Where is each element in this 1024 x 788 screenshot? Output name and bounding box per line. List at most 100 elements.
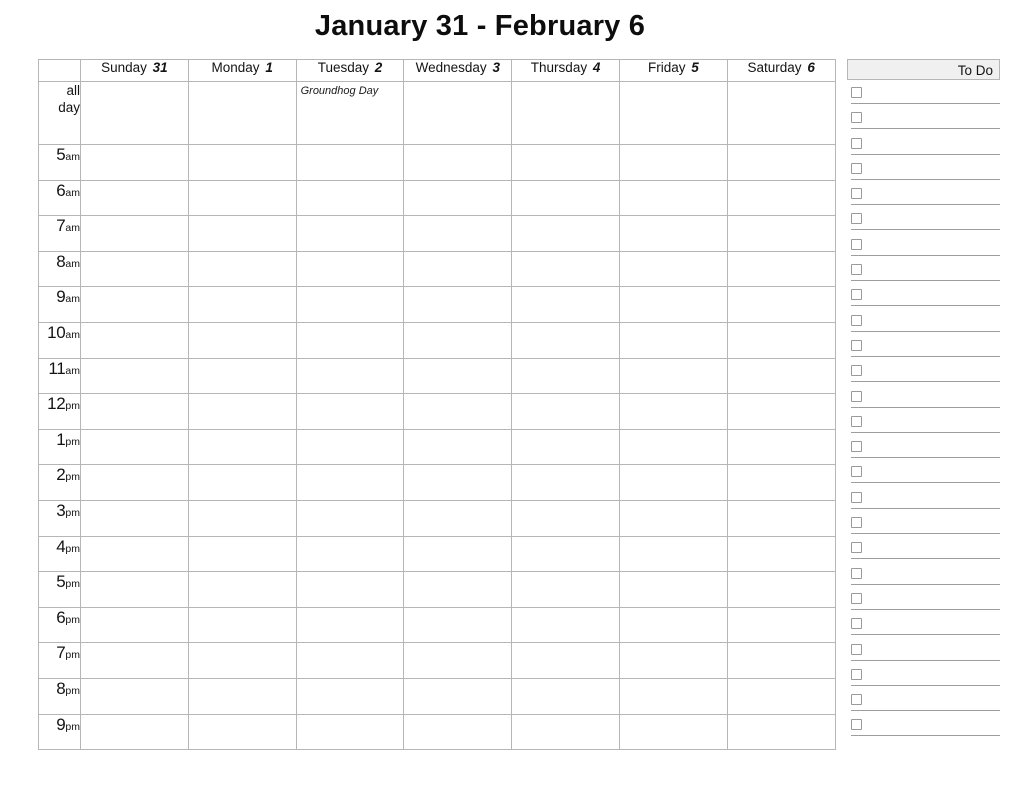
calendar-slot-cell[interactable] — [187, 250, 297, 288]
calendar-slot-cell[interactable] — [403, 713, 513, 751]
calendar-slot-cell[interactable] — [511, 535, 620, 573]
checkbox-icon[interactable] — [851, 188, 862, 200]
checkbox-icon[interactable] — [851, 517, 862, 529]
calendar-slot-cell[interactable] — [726, 250, 836, 288]
calendar-slot-cell[interactable] — [187, 144, 297, 181]
all-day-cell[interactable] — [511, 81, 620, 145]
calendar-slot-cell[interactable] — [618, 250, 728, 288]
calendar-slot-cell[interactable] — [80, 535, 189, 573]
calendar-slot-cell[interactable] — [403, 215, 513, 252]
calendar-slot-cell[interactable] — [80, 464, 189, 501]
calendar-slot-cell[interactable] — [80, 144, 189, 181]
calendar-slot-cell[interactable] — [403, 571, 513, 608]
todo-item[interactable] — [847, 339, 1000, 365]
todo-write-line[interactable] — [851, 381, 1000, 383]
calendar-slot-cell[interactable] — [80, 215, 189, 252]
all-day-cell[interactable] — [726, 81, 836, 145]
calendar-slot-cell[interactable] — [403, 286, 513, 323]
calendar-slot-cell[interactable] — [187, 713, 297, 751]
calendar-slot-cell[interactable] — [187, 393, 297, 430]
calendar-slot-cell[interactable] — [403, 535, 513, 573]
calendar-slot-cell[interactable] — [726, 393, 836, 430]
calendar-slot-cell[interactable] — [80, 286, 189, 323]
todo-write-line[interactable] — [851, 254, 1000, 256]
checkbox-icon[interactable] — [851, 542, 862, 554]
todo-item[interactable] — [847, 441, 1000, 466]
calendar-slot-cell[interactable] — [618, 286, 728, 323]
calendar-slot-cell[interactable] — [80, 571, 189, 608]
calendar-slot-cell[interactable] — [187, 571, 297, 608]
todo-write-line[interactable] — [851, 608, 1000, 610]
calendar-slot-cell[interactable] — [187, 464, 297, 501]
todo-write-line[interactable] — [851, 229, 1000, 231]
todo-item[interactable] — [847, 365, 1000, 390]
calendar-slot-cell[interactable] — [403, 357, 513, 395]
todo-item[interactable] — [847, 668, 1000, 694]
calendar-slot-cell[interactable] — [511, 606, 620, 644]
calendar-slot-cell[interactable] — [295, 144, 405, 181]
calendar-slot-cell[interactable] — [511, 677, 620, 715]
checkbox-icon[interactable] — [851, 238, 862, 250]
todo-item[interactable] — [847, 87, 1000, 112]
all-day-cell[interactable] — [618, 81, 728, 145]
todo-item[interactable] — [847, 188, 1000, 213]
todo-write-line[interactable] — [851, 659, 1000, 661]
todo-write-line[interactable] — [851, 634, 1000, 636]
calendar-slot-cell[interactable] — [295, 428, 405, 466]
calendar-slot-cell[interactable] — [618, 677, 728, 715]
calendar-slot-cell[interactable] — [618, 428, 728, 466]
calendar-slot-cell[interactable] — [80, 677, 189, 715]
todo-item[interactable] — [847, 415, 1000, 441]
all-day-cell[interactable] — [80, 81, 189, 145]
calendar-slot-cell[interactable] — [403, 321, 513, 359]
calendar-slot-cell[interactable] — [618, 393, 728, 430]
calendar-slot-cell[interactable] — [403, 677, 513, 715]
calendar-slot-cell[interactable] — [726, 713, 836, 751]
calendar-slot-cell[interactable] — [511, 286, 620, 323]
todo-write-line[interactable] — [851, 355, 1000, 357]
todo-item[interactable] — [847, 213, 1000, 238]
checkbox-icon[interactable] — [851, 643, 862, 655]
calendar-slot-cell[interactable] — [618, 499, 728, 537]
calendar-slot-cell[interactable] — [511, 321, 620, 359]
calendar-slot-cell[interactable] — [618, 357, 728, 395]
calendar-slot-cell[interactable] — [618, 464, 728, 501]
calendar-slot-cell[interactable] — [295, 357, 405, 395]
todo-write-line[interactable] — [851, 583, 1000, 585]
calendar-slot-cell[interactable] — [618, 571, 728, 608]
calendar-slot-cell[interactable] — [403, 393, 513, 430]
calendar-slot-cell[interactable] — [403, 642, 513, 679]
todo-write-line[interactable] — [851, 684, 1000, 686]
calendar-slot-cell[interactable] — [295, 535, 405, 573]
calendar-slot-cell[interactable] — [726, 606, 836, 644]
calendar-slot-cell[interactable] — [403, 179, 513, 217]
calendar-slot-cell[interactable] — [511, 250, 620, 288]
calendar-slot-cell[interactable] — [295, 606, 405, 644]
todo-item[interactable] — [847, 694, 1000, 719]
all-day-cell[interactable] — [403, 81, 513, 145]
all-day-cell[interactable]: Groundhog Day — [295, 81, 405, 145]
calendar-slot-cell[interactable] — [726, 179, 836, 217]
checkbox-icon[interactable] — [851, 668, 862, 680]
calendar-slot-cell[interactable] — [511, 713, 620, 751]
calendar-slot-cell[interactable] — [295, 321, 405, 359]
calendar-slot-cell[interactable] — [80, 393, 189, 430]
todo-item[interactable] — [847, 618, 1000, 643]
calendar-slot-cell[interactable] — [618, 321, 728, 359]
calendar-slot-cell[interactable] — [187, 499, 297, 537]
todo-item[interactable] — [847, 390, 1000, 416]
todo-write-line[interactable] — [851, 153, 1000, 155]
calendar-slot-cell[interactable] — [511, 571, 620, 608]
checkbox-icon[interactable] — [851, 137, 862, 149]
calendar-slot-cell[interactable] — [295, 677, 405, 715]
calendar-slot-cell[interactable] — [295, 179, 405, 217]
calendar-slot-cell[interactable] — [618, 606, 728, 644]
calendar-slot-cell[interactable] — [726, 535, 836, 573]
calendar-slot-cell[interactable] — [187, 606, 297, 644]
calendar-slot-cell[interactable] — [80, 250, 189, 288]
calendar-slot-cell[interactable] — [726, 321, 836, 359]
todo-write-line[interactable] — [851, 204, 1000, 206]
checkbox-icon[interactable] — [851, 162, 862, 174]
calendar-slot-cell[interactable] — [80, 357, 189, 395]
todo-write-line[interactable] — [851, 431, 1000, 433]
